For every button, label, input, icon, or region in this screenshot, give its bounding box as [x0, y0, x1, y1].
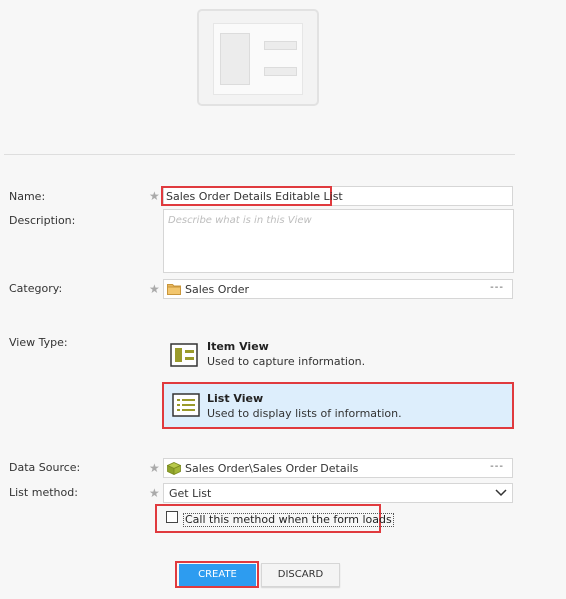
data-source-field[interactable]: Sales Order\Sales Order Details ---	[163, 458, 513, 478]
category-ellipsis-button[interactable]: ---	[490, 282, 504, 293]
view-illustration	[197, 9, 319, 106]
list-method-value: Get List	[169, 487, 212, 500]
list-view-title: List View	[207, 392, 264, 405]
view-type-list-view[interactable]: List View Used to display lists of infor…	[162, 382, 514, 429]
data-source-label: Data Source:	[9, 461, 81, 474]
call-method-checkbox[interactable]	[166, 511, 178, 523]
category-label: Category:	[9, 282, 63, 295]
item-view-description: Used to capture information.	[207, 355, 366, 368]
illustration-panel	[213, 23, 303, 95]
category-field[interactable]: Sales Order ---	[163, 279, 513, 299]
description-placeholder: Describe what is in this View	[168, 215, 312, 226]
illustration-line-top	[264, 41, 297, 50]
category-value: Sales Order	[185, 283, 250, 296]
folder-icon	[167, 284, 181, 295]
call-method-label[interactable]: Call this method when the form loads	[183, 513, 394, 527]
create-button[interactable]: CREATE	[179, 564, 256, 586]
smartobject-icon	[167, 462, 181, 475]
description-label: Description:	[9, 214, 76, 227]
list-method-label: List method:	[9, 486, 78, 499]
list-method-select[interactable]: Get List	[163, 483, 513, 503]
name-highlight: Sales Order Details Editable List	[161, 186, 343, 206]
chevron-down-icon	[495, 489, 507, 497]
divider	[4, 154, 515, 155]
required-icon: ★	[149, 461, 160, 475]
item-view-icon	[170, 343, 198, 367]
list-view-icon	[172, 393, 200, 417]
illustration-line-bottom	[264, 67, 297, 76]
description-field[interactable]: Describe what is in this View	[163, 209, 514, 273]
required-icon: ★	[149, 486, 160, 500]
required-icon: ★	[149, 189, 160, 203]
list-view-description: Used to display lists of information.	[207, 407, 402, 420]
data-source-value: Sales Order\Sales Order Details	[185, 462, 359, 475]
discard-button[interactable]: DISCARD	[261, 563, 340, 587]
view-type-label: View Type:	[9, 336, 68, 349]
data-source-ellipsis-button[interactable]: ---	[490, 461, 504, 472]
item-view-title: Item View	[207, 340, 269, 353]
illustration-block-left	[220, 33, 250, 85]
name-value: Sales Order Details Editable List	[166, 190, 343, 203]
view-type-item-view[interactable]: Item View Used to capture information.	[163, 334, 513, 376]
name-label: Name:	[9, 190, 46, 203]
required-icon: ★	[149, 282, 160, 296]
